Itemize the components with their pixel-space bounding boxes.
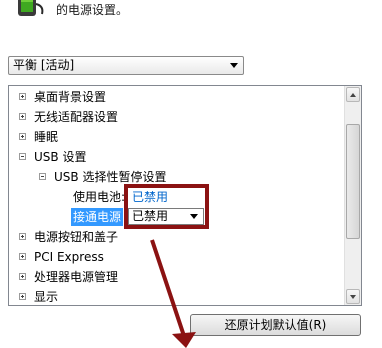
collapse-icon[interactable] [19, 153, 26, 160]
tree-item-label: 处理器电源管理 [34, 270, 119, 284]
setting-label-plugged-in: 接通电源 [71, 208, 124, 226]
collapse-icon[interactable] [39, 173, 46, 180]
header-description: 的电源设置。 [56, 3, 129, 17]
tree-item-label: 无线适配器设置 [34, 110, 119, 124]
chevron-down-icon [230, 63, 238, 68]
arrow-up-icon [350, 93, 356, 97]
tree-item-label: 桌面背景设置 [34, 90, 107, 104]
setting-label-on-battery: 使用电池: [73, 190, 126, 204]
vertical-scrollbar[interactable] [344, 86, 361, 305]
power-plan-select[interactable]: 平衡 [活动] [8, 56, 244, 75]
tree-item-label: USB 设置 [34, 150, 87, 164]
chevron-down-icon [190, 214, 198, 219]
tree-item-label: PCI Express [34, 250, 104, 264]
expand-icon[interactable] [19, 293, 26, 300]
tree-item-label: 显示 [34, 290, 59, 304]
tree-item-label: USB 选择性暂停设置 [54, 170, 167, 184]
setting-value-on-battery[interactable]: 已禁用 [132, 188, 168, 206]
arrow-down-icon [350, 295, 356, 299]
tree-item-label: 睡眠 [34, 130, 59, 144]
scroll-down-button[interactable] [346, 289, 360, 304]
expand-icon[interactable] [19, 253, 26, 260]
restore-defaults-button[interactable]: 还原计划默认值(R) [190, 314, 361, 336]
scroll-up-button[interactable] [346, 87, 360, 102]
expand-icon[interactable] [19, 113, 26, 120]
battery-plug-icon [18, 0, 44, 16]
expand-icon[interactable] [19, 233, 26, 240]
expand-icon[interactable] [19, 93, 26, 100]
plugged-in-value-select[interactable]: 已禁用 [128, 208, 204, 225]
power-plan-value: 平衡 [活动] [13, 58, 75, 72]
expand-icon[interactable] [19, 273, 26, 280]
advanced-settings-tree[interactable]: 桌面背景设置 无线适配器设置 睡眠 USB 设置 USB 选择性暂停设置 使用电… [8, 85, 362, 306]
expand-icon[interactable] [19, 133, 26, 140]
tree-item-label: 电源按钮和盖子 [34, 230, 119, 244]
scroll-thumb[interactable] [346, 124, 360, 239]
plugged-in-value: 已禁用 [132, 209, 169, 223]
